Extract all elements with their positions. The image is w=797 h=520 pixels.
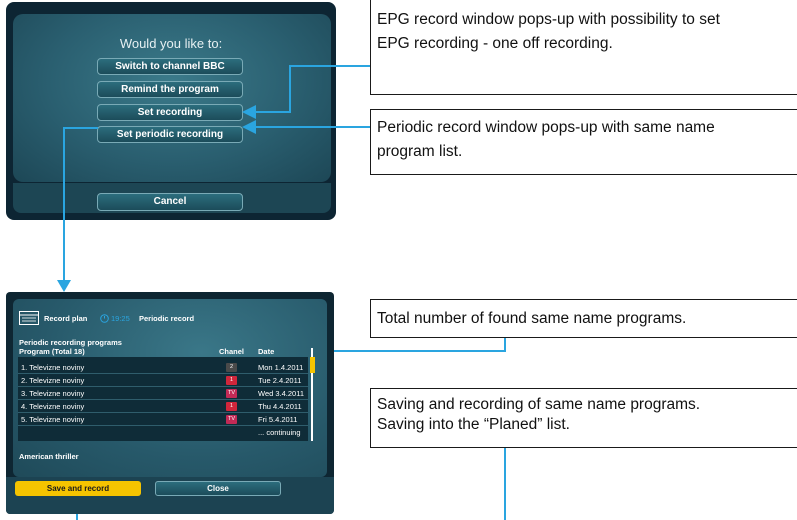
periodic-note-line1: Periodic record window pops-up with same…	[377, 119, 715, 136]
dialog-question: Would you like to:	[119, 36, 223, 51]
date-cell: Thu 4.4.2011	[258, 402, 302, 411]
channel-logo-icon: 1	[226, 402, 237, 411]
arrow-head-icon	[242, 120, 256, 134]
periodic-note-line2: program list.	[377, 143, 463, 160]
arrow-line	[255, 126, 370, 128]
arrow-line	[504, 448, 506, 520]
column-program: Program (Total 18)	[19, 347, 85, 356]
column-date: Date	[258, 347, 275, 356]
record-mode: Periodic record	[139, 314, 195, 323]
date-cell: Mon 1.4.2011	[258, 363, 304, 372]
arrow-line	[289, 65, 370, 67]
channel-logo-icon: 1	[226, 376, 237, 385]
clock-icon	[100, 314, 109, 323]
total-note-text: Total number of found same name programs…	[377, 310, 687, 327]
arrow-line	[289, 65, 291, 113]
section-title: Periodic recording programs	[19, 338, 122, 347]
calendar-icon	[19, 311, 39, 325]
saving-note-line2: Saving into the “Planed” list.	[377, 416, 570, 433]
arrow-line	[255, 111, 291, 113]
remind-program-button[interactable]: Remind the program	[97, 81, 243, 98]
switch-channel-button[interactable]: Switch to channel BBC	[97, 58, 243, 75]
total-note: Total number of found same name programs…	[370, 299, 797, 338]
periodic-note: Periodic record window pops-up with same…	[370, 109, 797, 175]
channel-logo-icon: TV	[226, 389, 237, 398]
epg-note-line2: EPG recording - one off recording.	[377, 35, 613, 52]
program-description: American thriller	[19, 452, 79, 461]
screen-title: Record plan	[44, 314, 88, 323]
set-periodic-recording-button[interactable]: Set periodic recording	[97, 126, 243, 143]
saving-note-line1: Saving and recording of same name progra…	[377, 396, 701, 413]
saving-note: Saving and recording of same name progra…	[370, 388, 797, 448]
cancel-button[interactable]: Cancel	[97, 193, 243, 211]
set-recording-button[interactable]: Set recording	[97, 104, 243, 121]
date-cell: Wed 3.4.2011	[258, 389, 305, 398]
date-cell: Tue 2.4.2011	[258, 376, 302, 385]
epg-note: EPG record window pops-up with possibili…	[370, 0, 797, 95]
arrow-head-icon	[242, 105, 256, 119]
arrow-line	[63, 127, 65, 282]
clock-time: 19:25	[111, 314, 130, 323]
scrollbar-thumb[interactable]	[310, 357, 315, 373]
date-cell: Fri 5.4.2011	[258, 415, 298, 424]
close-button[interactable]: Close	[155, 481, 281, 496]
arrow-head-icon	[57, 280, 71, 292]
epg-note-line1: EPG record window pops-up with possibili…	[377, 11, 720, 28]
channel-logo-icon: TV	[226, 415, 237, 424]
column-chanel: Chanel	[219, 347, 245, 356]
save-and-record-button[interactable]: Save and record	[15, 481, 141, 496]
arrow-line	[63, 127, 98, 129]
channel-logo-icon: 2	[226, 363, 237, 372]
continuing-label: ... continuing	[258, 428, 301, 437]
